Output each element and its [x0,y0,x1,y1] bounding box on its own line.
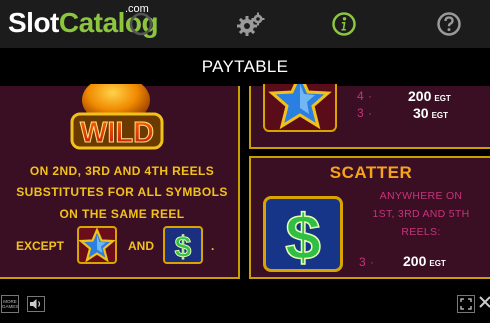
info-icon[interactable] [331,11,357,37]
bottom-bar: MORE GAMES [0,281,490,323]
pay-amount-4: 200 EGT [408,88,451,104]
star-icon-large [268,70,332,130]
more-games-button[interactable]: MORE GAMES [1,295,19,313]
fullscreen-icon[interactable] [457,295,475,313]
pay-amount-4-value: 200 [408,88,432,104]
scatter-pay-count: 3 [359,255,366,269]
wild-desc-line3: ON THE SAME REEL [59,207,185,221]
top-bar: Slot Catalog .com [0,0,490,48]
and-label: AND [128,239,154,253]
logo-slot-text: Slot [8,7,59,38]
dollar-icon-large: $ [284,200,321,274]
dollar-icon: $ [174,231,192,265]
pay-dot-4: · [368,89,373,103]
scatter-pay-amount-value: 200 [403,253,427,269]
scatter-pay-amount: 200 EGT [403,253,446,269]
scatter-desc-line1: ANYWHERE ON [379,190,463,202]
scatter-symbol: $ [263,196,343,274]
faded-circle-icon [129,12,153,36]
wild-symbol-label: WILD [80,117,154,149]
close-icon[interactable] [478,295,490,313]
pay-unit-3: EGT [431,111,449,120]
pay-unit-4: EGT [434,94,451,103]
more-games-line2: GAMES [2,304,19,309]
pay-dot-3: · [368,106,373,120]
star-symbol [263,70,337,132]
svg-text:$: $ [285,201,321,269]
wild-panel: WILD ON 2ND, 3RD AND 4TH REELS SUBSTITUT… [0,84,240,279]
scatter-panel: SCATTER $ ANYWHERE ON 1ST, 3RD AND 5TH R… [249,156,490,279]
wild-symbol: WILD [70,84,164,150]
scatter-desc-line3: REELS: [401,226,441,238]
help-icon[interactable] [436,11,462,37]
star-symbol-mini [77,226,117,264]
scatter-pay-unit: EGT [429,259,446,268]
svg-text:$: $ [175,231,192,262]
pay-count-4: 4 [357,89,364,103]
except-label: EXCEPT [16,239,65,253]
star-icon [78,227,116,263]
wild-desc-line2: SUBSTITUTES FOR ALL SYMBOLS [16,185,228,199]
gear-icon[interactable] [236,11,266,37]
pay-amount-3-value: 30 [413,105,429,121]
wild-desc-line1: ON 2ND, 3RD AND 4TH REELS [29,164,215,178]
pay-amount-3: 30 EGT [413,105,448,121]
scatter-desc-line2: 1ST, 3RD AND 5TH [372,208,470,220]
scatter-title: SCATTER [329,163,413,182]
page-title: PAYTABLE [201,57,289,76]
dollar-symbol-mini: $ [163,226,203,264]
sound-icon[interactable] [27,296,45,312]
scatter-pay-dot: · [370,255,375,269]
pay-count-3: 3 [357,106,364,120]
period-mark: . [211,239,215,253]
star-pay-panel: 4 · 200 EGT 3 · 30 EGT [249,70,490,149]
